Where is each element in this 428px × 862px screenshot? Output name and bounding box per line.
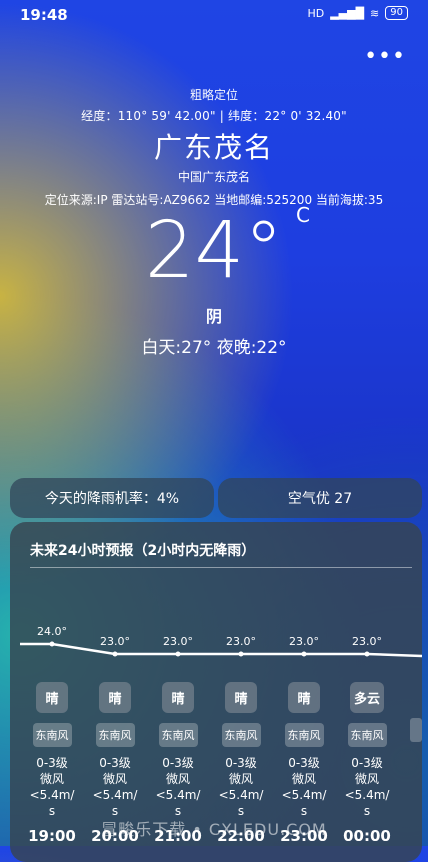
wind-speed: <5.4m/ [281,788,327,802]
wind-speed: <5.4m/ [155,788,201,802]
location-precision: 粗略定位 [189,88,238,102]
wind-direction: 东南风 [221,723,261,747]
wifi-icon: ≋ [370,6,380,20]
status-icons: HD ▂▄▆█ ≋ 90 [307,6,408,20]
temperature-point [364,651,370,657]
location-header: 粗略定位 经度：110° 59' 42.00" | 纬度：22° 0' 32.4… [0,86,428,208]
city-name: 广东茂名 [153,131,274,164]
wind-desc: 微风 [102,772,127,786]
summary-row: 今天的降雨机率：4% 空气优 27 [10,478,422,518]
wind-info: 0-3级 微风 <5.4m/s [336,755,398,819]
watermark: 冒畯乐下载 • CXLEDU.COM [101,820,327,839]
wind-speed: <5.4m/ [218,788,264,802]
wind-info: 0-3级 微风 <5.4m/s [147,755,209,819]
temperature-label: 24.0° [37,625,67,638]
wind-speed: <5.4m/ [92,788,138,802]
wind-direction: 东南风 [32,723,72,747]
status-time: 19:48 [20,6,68,24]
wind-info: 0-3级 微风 <5.4m/s [210,755,272,819]
temperature-label: 23.0° [352,635,382,648]
next-column-peek [410,718,422,742]
temperature-label: 23.0° [163,635,193,648]
weather-badge: 晴 [36,682,68,713]
air-quality-card[interactable]: 空气优 27 [218,478,422,518]
wind-info: 0-3级 微风 <5.4m/s [273,755,335,819]
forecast-title: 未来24小时预报（2小时内无降雨） [30,543,256,559]
wind-desc: 微风 [228,772,253,786]
weather-badge: 晴 [99,682,131,713]
network-hd-icon: HD [307,6,325,20]
temperature-point [238,651,244,657]
wind-level: 0-3级 [99,756,131,770]
weather-badge: 多云 [349,682,384,713]
rain-chance-card[interactable]: 今天的降雨机率：4% [10,478,214,518]
hourly-forecast-panel[interactable]: 未来24小时预报（2小时内无降雨） 24.0° 23.0° 23.0° 23.0° 23… [10,522,422,862]
wind-level: 0-3级 [288,756,320,770]
wind-speed: <5.4m/ [344,788,390,802]
temperature-line-chart: 24.0° 23.0° 23.0° 23.0° 23.0° 23.0° [20,625,422,658]
wind-desc: 微风 [291,772,316,786]
wind-level: 0-3级 [225,756,257,770]
wind-level: 0-3级 [351,756,383,770]
weather-badge: 晴 [162,682,194,713]
temperature-point [301,651,307,657]
temperature-label: 23.0° [100,635,130,648]
wind-info: 0-3级 微风 <5.4m/s [84,755,146,819]
wind-direction: 东南风 [158,723,198,747]
wind-desc: 微风 [354,772,379,786]
wind-direction: 东南风 [347,723,387,747]
wind-level: 0-3级 [162,756,194,770]
wind-desc: 微风 [165,772,190,786]
weather-condition: 阴 [205,307,222,326]
more-dots-icon[interactable]: ••• [364,44,406,69]
temperature-unit: C [296,203,310,227]
wind-level: 0-3级 [36,756,68,770]
temperature-point [112,651,118,657]
full-location-name: 中国广东茂名 [177,170,250,184]
temperature-label: 23.0° [226,635,256,648]
temperature-point [49,641,55,647]
wind-desc: 微风 [39,772,64,786]
current-weather: 24° C 阴 白天:27° 夜晚:22° [0,203,428,358]
day-night-temps: 白天:27° 夜晚:22° [141,338,287,358]
location-coords: 经度：110° 59' 42.00" | 纬度：22° 0' 32.40" [81,109,347,123]
temperature-point [175,651,181,657]
current-temperature: 24° [144,206,284,296]
wind-direction: 东南风 [284,723,324,747]
weather-badge: 晴 [288,682,320,713]
wind-info: 0-3级 微风 <5.4m/s [21,755,83,819]
temperature-label: 23.0° [289,635,319,648]
status-bar: 19:48 HD ▂▄▆█ ≋ 90 [0,0,428,28]
wind-speed: <5.4m/ [29,788,75,802]
signal-icon: ▂▄▆█ [330,6,365,20]
weather-badge: 晴 [225,682,257,713]
battery-icon: 90 [385,6,408,20]
divider [30,567,412,568]
wind-direction: 东南风 [95,723,135,747]
